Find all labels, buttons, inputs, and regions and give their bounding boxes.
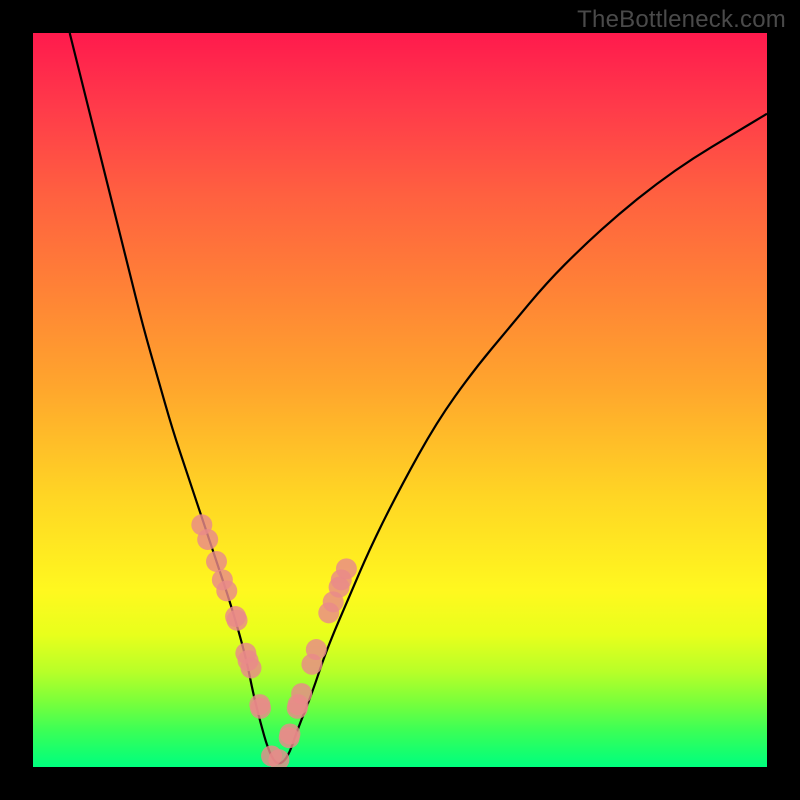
bottleneck-curve xyxy=(70,33,767,763)
watermark-text: TheBottleneck.com xyxy=(577,6,786,34)
data-marker xyxy=(250,698,271,719)
data-marker xyxy=(336,558,357,579)
data-marker xyxy=(279,723,300,744)
data-marker xyxy=(197,529,218,550)
chart-overlay xyxy=(33,33,767,767)
data-marker xyxy=(216,580,237,601)
data-marker xyxy=(291,683,312,704)
data-marker xyxy=(241,657,262,678)
data-marker xyxy=(206,551,227,572)
chart-frame: { "watermark": "TheBottleneck.com", "col… xyxy=(0,0,800,800)
data-marker xyxy=(306,639,327,660)
data-marker xyxy=(227,610,248,631)
data-markers-group xyxy=(191,514,357,767)
